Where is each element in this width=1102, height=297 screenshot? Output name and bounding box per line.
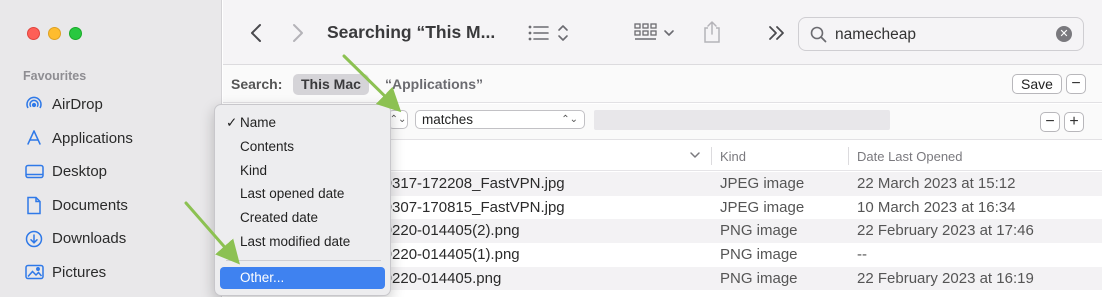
list-view-icon [528,25,568,41]
file-kind: PNG image [720,246,798,264]
menu-item-label: Other... [240,270,285,285]
operator-value: matches [422,112,474,127]
file-name: 230307-170815_FastVPN.jpg [367,198,565,216]
search-icon [810,26,827,43]
minimize-window-button[interactable] [48,27,61,40]
criteria-value-field[interactable] [594,110,890,130]
sidebar-item-airdrop[interactable]: AirDrop [0,88,222,122]
file-kind: JPEG image [720,198,805,216]
remove-criteria-button[interactable]: − [1040,112,1060,132]
menu-item-other[interactable]: Other... [220,267,385,289]
applications-icon [24,128,44,148]
save-search-button[interactable]: Save [1012,74,1062,94]
back-button[interactable] [246,21,266,45]
file-date: 22 March 2023 at 15:12 [857,175,1016,192]
chevron-right-icon [293,24,303,42]
search-field[interactable]: namecheap ✕ [798,17,1084,51]
forward-button[interactable] [288,21,308,45]
documents-icon [24,195,44,215]
window-title: Searching “This M... [327,22,496,42]
menu-item-name[interactable]: ✓ Name [220,112,385,134]
search-scope-bar: Search: This Mac “Applications” Save − [223,65,1102,103]
file-date: 10 March 2023 at 16:34 [857,198,1016,216]
search-input[interactable]: namecheap [835,26,916,44]
sidebar-item-documents[interactable]: Documents [0,189,222,223]
toolbar: Searching “This M... namecheap ✕ [223,0,1102,65]
clear-search-icon[interactable]: ✕ [1056,26,1072,42]
menu-item-label: Created date [240,210,319,225]
airdrop-icon [24,95,44,115]
column-header-kind[interactable]: Kind [720,149,746,164]
sidebar-item-applications[interactable]: Applications [0,122,222,156]
chevron-down-icon[interactable] [689,150,701,160]
file-kind: PNG image [720,269,798,287]
sidebar-list: AirDrop Applications Desktop Documents D… [0,88,222,289]
zoom-window-button[interactable] [69,27,82,40]
sidebar-item-label: AirDrop [52,96,103,114]
sidebar-item-label: Pictures [52,263,107,281]
menu-item-label: Last opened date [240,186,345,201]
file-date: 22 February 2023 at 17:46 [857,222,1034,240]
menu-item-last-opened-date[interactable]: Last opened date [220,183,385,205]
more-toolbar-button[interactable] [768,25,786,41]
share-icon [704,21,720,43]
menu-item-last-modified-date[interactable]: Last modified date [220,231,385,253]
double-chevron-right-icon [769,26,784,40]
sidebar-heading: Favourites [23,69,87,83]
menu-item-label: Contents [240,139,295,154]
sidebar-item-desktop[interactable]: Desktop [0,155,222,189]
list-view-button[interactable] [528,22,572,44]
sidebar-item-pictures[interactable]: Pictures [0,256,222,290]
chevron-left-icon [251,24,261,42]
scope-applications-button[interactable]: “Applications” [385,76,483,92]
file-kind: JPEG image [720,175,805,192]
sidebar-item-label: Downloads [52,230,127,248]
remove-scope-button[interactable]: − [1066,74,1086,94]
downloads-icon [24,229,44,249]
attribute-dropdown-menu: ✓ Name Contents Kind Last opened date Cr… [214,104,391,296]
scope-this-mac-button[interactable]: This Mac [293,74,369,95]
group-by-button[interactable] [634,22,678,44]
menu-item-kind[interactable]: Kind [220,160,385,182]
checkmark-icon: ✓ [226,115,238,130]
desktop-icon [24,162,44,182]
sidebar-item-label: Applications [52,129,133,147]
sidebar-item-label: Documents [52,196,128,214]
column-divider[interactable] [848,147,849,165]
updown-chevron-icon: ⌃⌄ [561,114,578,125]
menu-divider [226,260,381,261]
window-controls [27,27,82,40]
group-grid-icon [634,23,674,40]
file-kind: PNG image [720,222,798,240]
menu-item-label: Kind [240,163,268,178]
sidebar: Favourites AirDrop Applications Desktop … [0,0,222,297]
search-scope-label: Search: [231,76,283,92]
file-date: 22 February 2023 at 16:19 [857,269,1034,287]
operator-select[interactable]: matches ⌃⌄ [415,110,585,129]
attribute-popup-button[interactable]: ⌃⌄ [388,110,408,129]
close-window-button[interactable] [27,27,40,40]
menu-item-created-date[interactable]: Created date [220,207,385,229]
sidebar-item-downloads[interactable]: Downloads [0,222,222,256]
pictures-icon [24,262,44,282]
file-name: 230317-172208_FastVPN.jpg [367,175,565,192]
column-header-date-last-opened[interactable]: Date Last Opened [857,149,963,164]
share-button[interactable] [702,20,722,44]
add-criteria-button[interactable]: + [1064,112,1084,132]
menu-item-contents[interactable]: Contents [220,136,385,158]
menu-item-label: Last modified date [240,234,351,249]
menu-item-label: Name [240,115,277,130]
sidebar-item-label: Desktop [52,163,108,181]
column-divider[interactable] [711,147,712,165]
file-date: -- [857,246,867,264]
